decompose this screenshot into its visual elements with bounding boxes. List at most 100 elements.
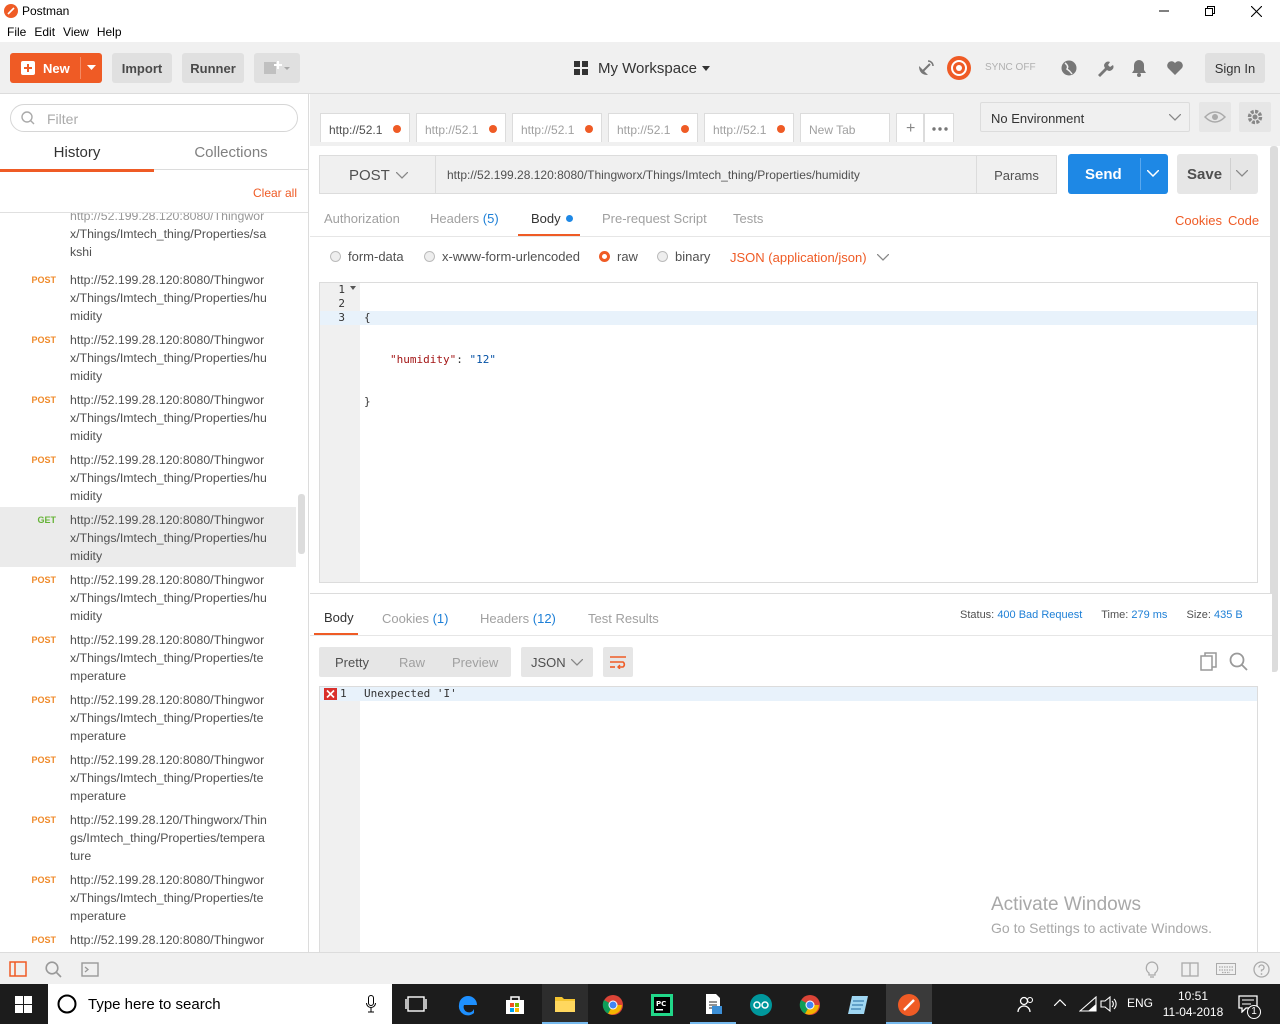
tab-prerequest-script[interactable]: Pre-request Script — [602, 211, 707, 226]
task-view-icon[interactable] — [405, 995, 427, 1013]
find-icon[interactable] — [45, 961, 62, 978]
chevron-down-icon[interactable] — [87, 65, 96, 71]
history-item[interactable]: POSThttp://52.199.28.120:8080/Thingworx/… — [0, 747, 296, 807]
history-item[interactable]: POST http://52.199.28.120/Thingworx/Thin g… — [0, 807, 296, 867]
people-icon[interactable] — [1017, 996, 1035, 1013]
radio-binary[interactable]: binary — [657, 249, 710, 264]
history-item[interactable]: POSThttp://52.199.28.120:8080/Thingworx/… — [0, 267, 296, 327]
history-item[interactable]: POSThttp://52.199.28.120:8080/Thingworx/… — [0, 867, 296, 927]
list-item[interactable]: http://52.199.28.120:8080/Thingwor x/Thi… — [70, 213, 280, 261]
content-type-select[interactable]: JSON (application/json) — [730, 250, 889, 265]
request-tab-1[interactable]: http://52.1 — [320, 113, 410, 142]
tab-authorization[interactable]: Authorization — [324, 211, 400, 226]
wifi-icon[interactable] — [1079, 996, 1097, 1012]
taskbar-search-box[interactable]: Type here to search — [48, 984, 392, 1024]
tab-headers[interactable]: Headers (5) — [430, 211, 499, 226]
format-select[interactable]: JSON — [521, 647, 593, 677]
file-manager-taskbar-item[interactable] — [690, 984, 736, 1024]
chevron-up-icon[interactable] — [1054, 999, 1066, 1006]
save-button[interactable]: Save — [1177, 154, 1258, 194]
satellite-icon[interactable] — [916, 58, 936, 78]
environment-quick-look-button[interactable] — [1199, 102, 1231, 132]
tab-options-button[interactable] — [924, 113, 954, 142]
view-pretty[interactable]: Pretty — [335, 655, 369, 670]
cookies-link[interactable]: Cookies — [1175, 213, 1222, 228]
two-pane-icon[interactable] — [1181, 962, 1199, 977]
import-button[interactable]: Import — [112, 53, 172, 83]
request-tab-4[interactable]: http://52.1 — [608, 113, 698, 142]
toggle-sidebar-icon[interactable] — [9, 961, 27, 977]
view-raw[interactable]: Raw — [399, 655, 425, 670]
clock[interactable]: 10:51 11-04-2018 — [1160, 988, 1226, 1020]
menu-file[interactable]: File — [7, 22, 26, 42]
history-item[interactable]: POSThttp://52.199.28.120:8080/Thingworx/… — [0, 327, 296, 387]
keyboard-icon[interactable] — [1216, 963, 1236, 975]
fold-arrow-icon[interactable] — [350, 286, 356, 290]
radio-urlencoded[interactable]: x-www-form-urlencoded — [424, 249, 580, 264]
microphone-icon[interactable] — [366, 995, 376, 1013]
close-window-button[interactable] — [1233, 0, 1279, 22]
volume-icon[interactable] — [1100, 996, 1118, 1012]
tab-history[interactable]: History — [0, 142, 154, 172]
radio-form-data[interactable]: form-data — [330, 249, 404, 264]
file-explorer-taskbar-item[interactable] — [542, 984, 588, 1024]
workspace-selector[interactable]: My Workspace — [598, 60, 710, 77]
copy-icon[interactable] — [1200, 652, 1218, 672]
runner-button[interactable]: Runner — [182, 53, 244, 83]
bell-icon[interactable] — [1131, 59, 1147, 77]
chevron-down-icon[interactable] — [1147, 170, 1159, 177]
send-button[interactable]: Send — [1068, 154, 1168, 194]
chrome-icon-2[interactable] — [799, 994, 821, 1016]
history-item[interactable]: GET http://52.199.28.120:8080/Thingwor x/T… — [0, 507, 296, 567]
history-item[interactable]: POSThttp://52.199.28.120:8080/Thingworx/… — [0, 927, 296, 952]
notepad-icon[interactable] — [846, 994, 870, 1016]
filter-input[interactable]: Filter — [10, 104, 298, 132]
console-icon[interactable] — [81, 962, 99, 977]
request-tab-2[interactable]: http://52.1 — [416, 113, 506, 142]
request-tab-new[interactable]: New Tab — [800, 113, 890, 142]
menu-view[interactable]: View — [63, 22, 89, 42]
history-item[interactable]: POSThttp://52.199.28.120:8080/Thingworx/… — [0, 387, 296, 447]
environment-select[interactable]: No Environment — [980, 102, 1190, 132]
manage-environments-button[interactable] — [1239, 102, 1271, 132]
request-body-editor[interactable]: 123 { "humidity": "12" } — [319, 282, 1258, 583]
pycharm-icon[interactable]: PC — [651, 994, 673, 1016]
menu-help[interactable]: Help — [97, 22, 122, 42]
request-tab-5[interactable]: http://52.1 — [704, 113, 794, 142]
history-item[interactable]: POSThttp://52.199.28.120:8080/Thingworx/… — [0, 627, 296, 687]
language-indicator[interactable]: ENG — [1127, 996, 1153, 1010]
tab-body[interactable]: Body — [518, 203, 580, 237]
history-item[interactable]: POSThttp://52.199.28.120:8080/Thingworx/… — [0, 567, 296, 627]
restore-button[interactable] — [1187, 0, 1233, 22]
history-item[interactable]: POSThttp://52.199.28.120:8080/Thingworx/… — [0, 687, 296, 747]
code-link[interactable]: Code — [1228, 213, 1259, 228]
help-icon[interactable] — [1253, 961, 1270, 978]
new-window-button[interactable] — [254, 53, 300, 83]
minimize-button[interactable] — [1141, 0, 1187, 22]
chrome-icon[interactable] — [602, 994, 624, 1016]
clear-all-link[interactable]: Clear all — [253, 186, 297, 200]
wrench-icon[interactable] — [1096, 59, 1114, 77]
request-tab-3[interactable]: http://52.1 — [512, 113, 602, 142]
sidebar-scrollbar[interactable] — [298, 494, 305, 554]
search-icon[interactable] — [1229, 652, 1248, 671]
chevron-down-icon[interactable] — [1236, 170, 1248, 177]
sign-in-button[interactable]: Sign In — [1205, 53, 1265, 83]
store-icon[interactable] — [504, 994, 526, 1016]
heart-icon[interactable] — [1166, 60, 1184, 76]
response-tab-test-results[interactable]: Test Results — [588, 611, 659, 626]
response-tab-body[interactable]: Body — [314, 602, 358, 636]
sync-status-icon[interactable] — [946, 55, 972, 81]
new-button[interactable]: New — [10, 53, 102, 83]
globe-icon[interactable] — [1061, 60, 1077, 76]
method-select[interactable]: POST — [319, 155, 435, 194]
history-item[interactable]: POSThttp://52.199.28.120:8080/Thingworx/… — [0, 447, 296, 507]
tab-collections[interactable]: Collections — [154, 142, 308, 170]
add-tab-button[interactable]: + — [896, 113, 924, 142]
postman-taskbar-item[interactable] — [886, 984, 932, 1024]
wrap-lines-button[interactable] — [603, 647, 633, 677]
tab-tests[interactable]: Tests — [733, 211, 763, 226]
arduino-icon[interactable] — [749, 994, 773, 1016]
radio-raw[interactable]: raw — [599, 249, 638, 264]
url-input[interactable]: http://52.199.28.120:8080/Thingworx/Thin… — [435, 155, 977, 194]
